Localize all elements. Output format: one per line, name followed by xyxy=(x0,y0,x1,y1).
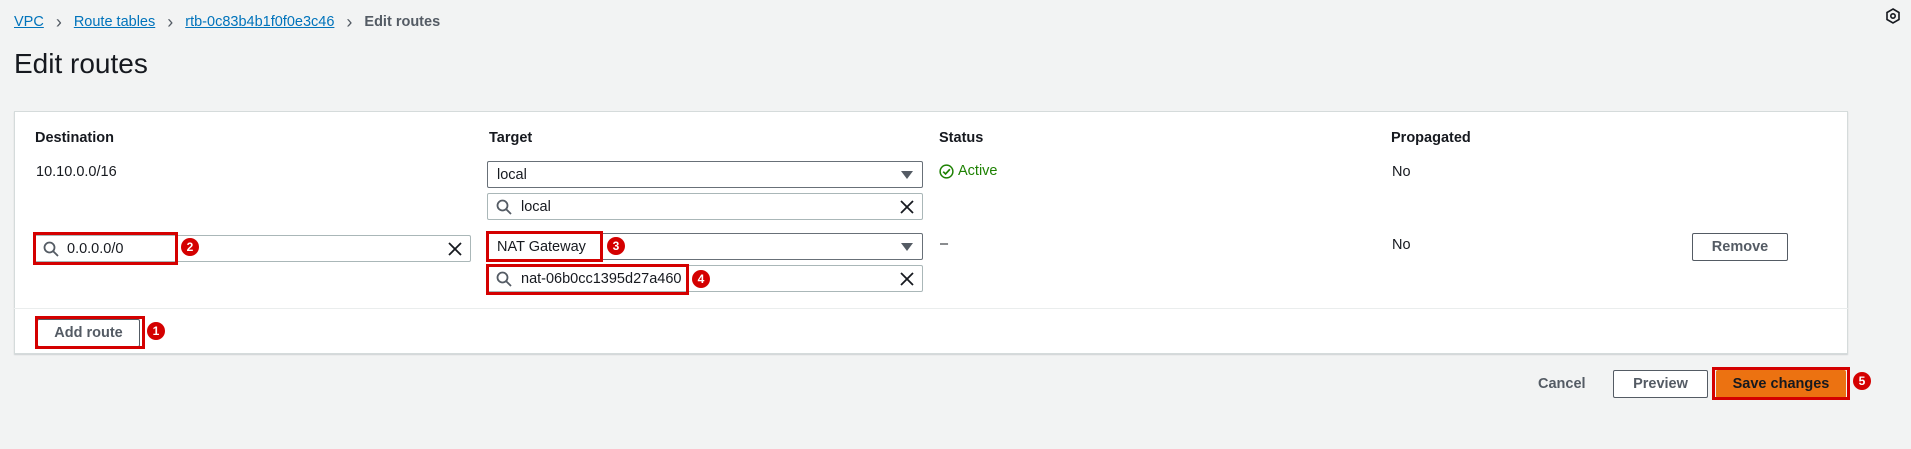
settings-hexagon-icon[interactable] xyxy=(1885,8,1901,24)
chevron-right-icon: › xyxy=(167,12,174,32)
destination-input[interactable]: 0.0.0.0/0 xyxy=(34,235,471,262)
clear-icon[interactable] xyxy=(899,271,915,287)
status-text: – xyxy=(940,236,949,252)
preview-button[interactable]: Preview xyxy=(1613,370,1708,398)
remove-route-button[interactable]: Remove xyxy=(1692,233,1788,261)
breadcrumb: VPC › Route tables › rtb-0c83b4b1f0f0e3c… xyxy=(14,12,441,32)
propagated-value: No xyxy=(1392,237,1411,253)
breadcrumb-route-table-id[interactable]: rtb-0c83b4b1f0f0e3c46 xyxy=(185,14,334,30)
target-search-input[interactable]: local xyxy=(487,193,923,220)
target-search-value: local xyxy=(521,199,551,215)
header-target: Target xyxy=(489,130,533,146)
routes-panel xyxy=(14,111,1848,354)
target-select-value: local xyxy=(497,166,527,183)
breadcrumb-route-tables[interactable]: Route tables xyxy=(74,14,155,30)
breadcrumb-current: Edit routes xyxy=(364,14,441,30)
clear-icon[interactable] xyxy=(447,241,463,257)
search-icon xyxy=(496,271,512,287)
breadcrumb-vpc[interactable]: VPC xyxy=(14,14,44,30)
header-destination: Destination xyxy=(35,130,114,146)
search-icon xyxy=(496,199,512,215)
target-select-value: NAT Gateway xyxy=(497,238,586,255)
check-circle-icon xyxy=(939,163,954,179)
annotation-badge-5: 5 xyxy=(1853,372,1871,390)
target-select[interactable]: NAT Gateway xyxy=(487,233,923,260)
target-search-value: nat-06b0cc1395d27a460 xyxy=(521,271,682,287)
add-route-button[interactable]: Add route xyxy=(37,319,140,347)
propagated-value: No xyxy=(1392,164,1411,180)
annotation-badge-2: 2 xyxy=(181,238,199,256)
chevron-right-icon: › xyxy=(346,12,353,32)
annotation-badge-3: 3 xyxy=(607,237,625,255)
chevron-right-icon: › xyxy=(55,12,62,32)
panel-divider xyxy=(14,308,1848,309)
route-destination: 10.10.0.0/16 xyxy=(36,164,117,180)
clear-icon[interactable] xyxy=(899,199,915,215)
cancel-button[interactable]: Cancel xyxy=(1538,376,1586,392)
annotation-badge-4: 4 xyxy=(692,270,710,288)
page-title: Edit routes xyxy=(14,48,148,79)
caret-down-icon xyxy=(901,243,913,251)
annotation-badge-1: 1 xyxy=(147,322,165,340)
header-status: Status xyxy=(939,130,984,146)
target-select[interactable]: local xyxy=(487,161,923,188)
caret-down-icon xyxy=(901,171,913,179)
header-propagated: Propagated xyxy=(1391,130,1471,146)
status-badge: Active xyxy=(939,163,998,179)
status-text: Active xyxy=(958,163,998,179)
search-icon xyxy=(43,241,59,257)
save-changes-button[interactable]: Save changes xyxy=(1716,370,1846,398)
destination-input-value: 0.0.0.0/0 xyxy=(67,241,124,257)
